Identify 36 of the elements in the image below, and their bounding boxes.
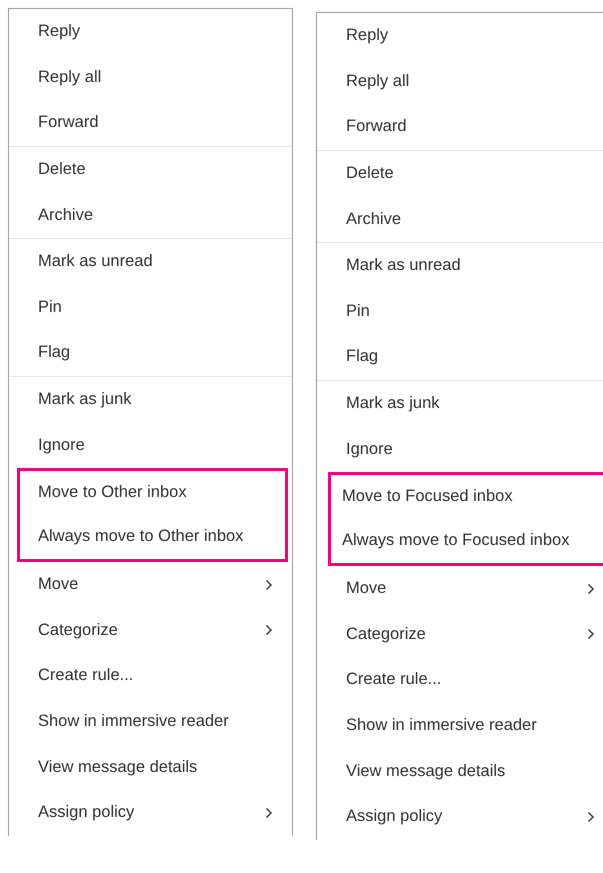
menu-item[interactable]: Forward [317,104,603,150]
menu-item[interactable]: Delete [9,146,292,192]
menu-item[interactable]: Always move to Other inbox [20,514,285,559]
menu-item[interactable]: Ignore [9,422,292,468]
menu-item[interactable]: Mark as junk [317,380,603,426]
menu-item[interactable]: Mark as junk [9,376,292,422]
menu-item[interactable]: Flag [9,330,292,376]
menu-item[interactable]: Pin [317,288,603,334]
menu-item[interactable]: Reply all [317,58,603,104]
menu-item[interactable]: View message details [317,748,603,794]
menu-item[interactable]: Flag [317,334,603,380]
menu-item[interactable]: Forward [9,100,292,146]
menu-item[interactable]: Reply [9,9,292,55]
menu-item[interactable]: Assign policy [317,794,603,840]
menu-item[interactable]: Always move to Focused inbox [331,518,603,563]
menu-item[interactable]: Ignore [317,426,603,472]
menu-item[interactable]: Reply [317,13,603,59]
menu-item[interactable]: Mark as unread [9,238,292,285]
menu-item[interactable]: Create rule... [317,657,603,703]
menu-item[interactable]: Categorize [317,612,603,658]
menu-item[interactable]: Archive [317,196,603,242]
menu-item[interactable]: Move [9,562,292,608]
menu-item[interactable]: Move to Focused inbox [331,474,603,519]
menu-item[interactable]: Delete [317,150,603,196]
menu-item[interactable]: Show in immersive reader [9,698,292,744]
menu-item[interactable]: Pin [9,284,292,330]
menu-item[interactable]: Reply all [9,54,292,100]
menu-item[interactable]: Archive [9,192,292,238]
menu-item[interactable]: View message details [9,744,292,790]
menu-item[interactable]: Categorize [9,608,292,654]
menu-item[interactable]: Create rule... [9,653,292,699]
menu-item[interactable]: Move [317,566,603,612]
menu-item[interactable]: Assign policy [9,790,292,836]
menu-item[interactable]: Mark as unread [317,242,603,289]
menu-item[interactable]: Show in immersive reader [317,702,603,748]
menu-item[interactable]: Move to Other inbox [20,470,285,515]
